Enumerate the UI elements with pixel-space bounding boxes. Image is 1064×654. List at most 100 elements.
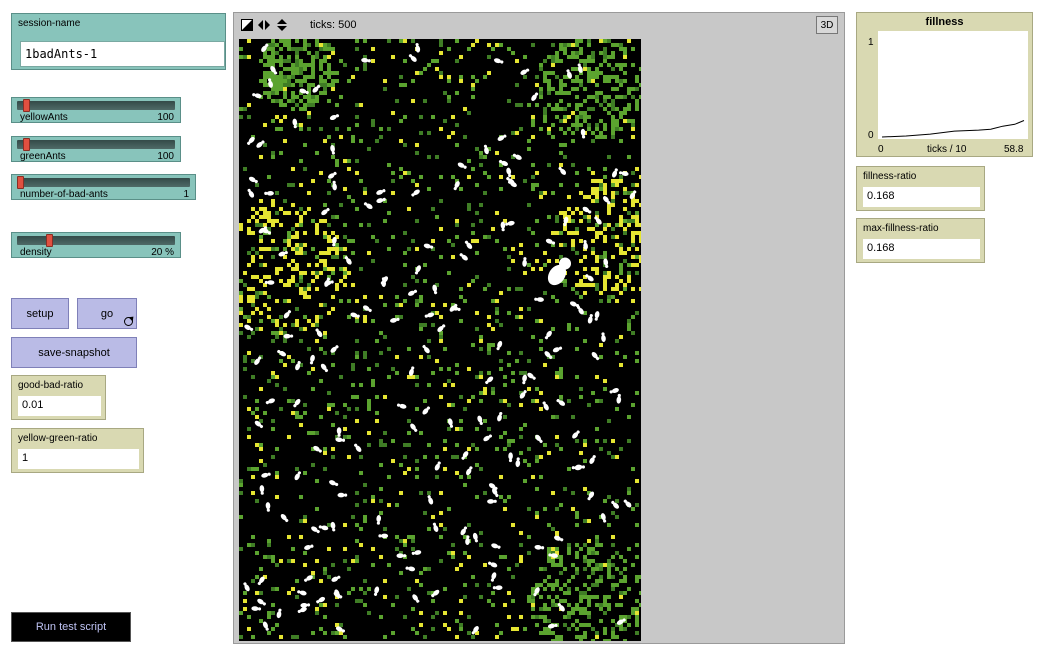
ant — [580, 128, 586, 139]
ant — [460, 526, 468, 536]
green-ants-slider[interactable]: greenAnts 100 — [11, 136, 181, 162]
slider-thumb[interactable] — [17, 176, 24, 189]
slider-track — [17, 236, 175, 245]
ant — [534, 544, 545, 550]
setup-button[interactable]: setup — [11, 298, 69, 329]
slider-track — [17, 178, 190, 187]
fillness-ratio-monitor: fillness-ratio 0.168 — [856, 166, 985, 211]
ant — [531, 92, 539, 101]
zoom-icon[interactable] — [241, 19, 253, 31]
ant — [376, 515, 382, 525]
slider-track — [17, 101, 175, 110]
ant — [321, 207, 330, 216]
monitor-label: max-fillness-ratio — [863, 223, 939, 234]
ant — [497, 134, 507, 141]
ant — [492, 585, 503, 591]
ant — [575, 464, 585, 470]
ant — [459, 253, 468, 261]
ant — [472, 532, 478, 543]
fillness-series-line — [881, 120, 1025, 138]
ant — [422, 345, 430, 354]
slider-name: greenAnts — [20, 151, 66, 162]
3d-view-button[interactable]: 3D — [816, 16, 838, 34]
session-name-field[interactable]: 1badAnts-1 — [20, 41, 225, 67]
plot-title: fillness — [925, 16, 964, 28]
world-canvas[interactable] — [215, 27, 687, 654]
ant — [408, 366, 415, 376]
go-button-label: go — [100, 307, 114, 320]
ant — [414, 265, 421, 275]
ant — [492, 488, 499, 498]
x-axis-label: ticks / 10 — [927, 144, 967, 155]
ant — [432, 522, 439, 532]
ant — [520, 68, 530, 75]
monitor-value: 1 — [18, 449, 139, 469]
yellow-green-ratio-monitor: yellow-green-ratio 1 — [11, 428, 144, 473]
ant — [309, 354, 315, 365]
number-of-bad-ants-slider[interactable]: number-of-bad-ants 1 — [11, 174, 196, 200]
go-button[interactable]: go — [77, 298, 137, 329]
ant — [461, 451, 469, 460]
slider-thumb[interactable] — [46, 234, 53, 247]
ant — [251, 606, 262, 611]
slider-value: 100 — [157, 151, 174, 162]
ant — [283, 333, 294, 339]
monitor-label: yellow-green-ratio — [18, 433, 98, 444]
ant — [483, 434, 492, 442]
ant — [363, 202, 373, 210]
ant — [493, 58, 504, 64]
horizontal-arrows-icon[interactable] — [258, 19, 270, 31]
y-tick-min: 0 — [868, 130, 874, 141]
ant — [594, 311, 600, 321]
monitor-value: 0.01 — [18, 396, 101, 416]
ant — [496, 340, 503, 351]
good-bad-ratio-monitor: good-bad-ratio 0.01 — [11, 375, 106, 420]
slider-name: density — [20, 247, 52, 258]
run-test-script-button[interactable]: Run test script — [11, 612, 131, 642]
ant — [304, 544, 314, 550]
vertical-arrows-icon[interactable] — [276, 19, 288, 31]
slider-thumb[interactable] — [23, 138, 30, 151]
density-slider[interactable]: density 20 % — [11, 232, 181, 258]
world-view: ticks: 500 3D — [215, 12, 845, 654]
ant — [522, 257, 527, 267]
ant — [320, 363, 329, 373]
slider-name: number-of-bad-ants — [20, 189, 108, 200]
ant — [328, 171, 337, 179]
ant — [259, 485, 265, 495]
slider-thumb[interactable] — [23, 99, 30, 112]
ant — [362, 305, 372, 313]
ant — [477, 415, 483, 425]
save-snapshot-label: save-snapshot — [38, 346, 110, 359]
ant — [490, 572, 497, 582]
ant — [408, 289, 418, 296]
ant — [331, 575, 341, 582]
ant — [277, 349, 287, 357]
ant — [616, 393, 622, 404]
x-tick-max: 58.8 — [1004, 144, 1024, 155]
ticks-counter: ticks: 500 — [310, 19, 357, 31]
fillness-plot: fillness 1 0 0 ticks / 10 58.8 — [856, 12, 1033, 157]
ant — [332, 180, 337, 191]
yellow-ants-slider[interactable]: yellowAnts 100 — [11, 97, 181, 123]
monitor-label: fillness-ratio — [863, 171, 917, 182]
ant — [329, 114, 340, 121]
save-snapshot-button[interactable]: save-snapshot — [11, 337, 137, 368]
slider-value: 1 — [183, 189, 189, 200]
ant — [264, 190, 274, 196]
ant — [466, 466, 473, 476]
ant — [515, 457, 521, 468]
ant — [558, 166, 567, 175]
ant — [609, 388, 619, 394]
ant — [315, 328, 323, 338]
ant — [244, 324, 254, 332]
ant — [457, 162, 467, 169]
ant — [373, 586, 380, 596]
session-name-label: session-name — [18, 18, 81, 29]
ant — [552, 346, 563, 353]
ant — [591, 351, 600, 361]
ant — [408, 54, 417, 62]
ant — [522, 374, 527, 385]
patches-and-ants — [215, 27, 687, 654]
ant — [497, 411, 503, 422]
